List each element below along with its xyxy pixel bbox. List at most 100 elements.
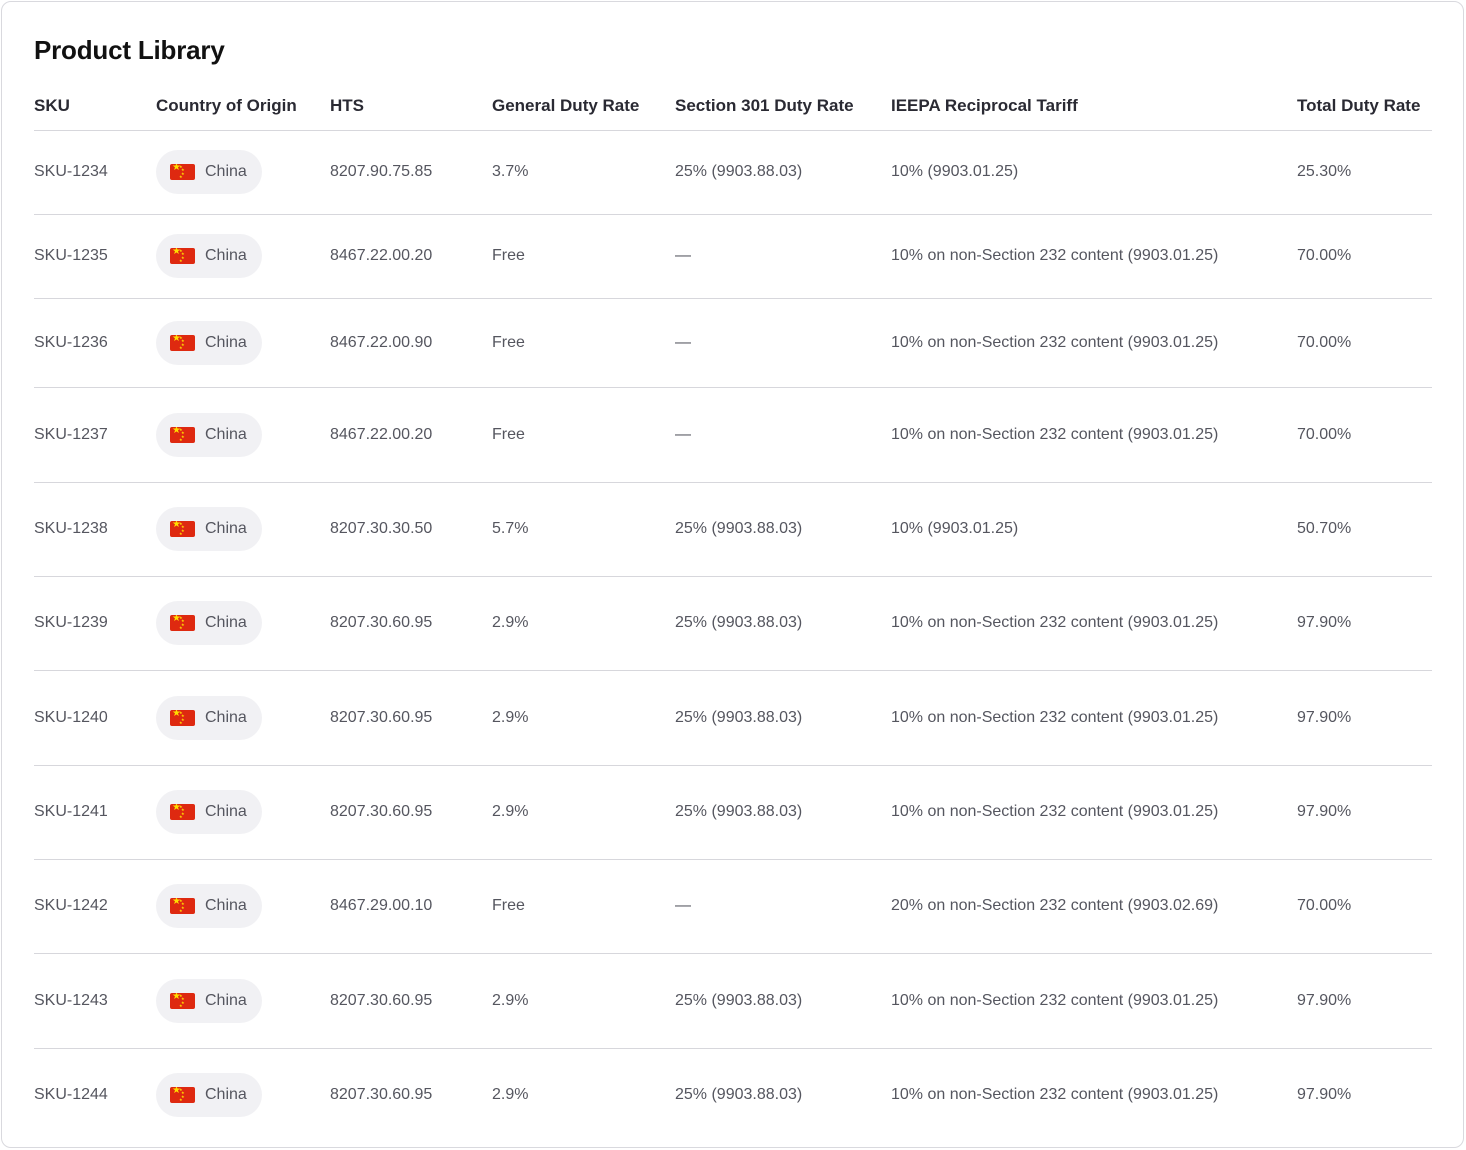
cell-sku: SKU-1244: [34, 1086, 108, 1104]
country-chip: ★ ★ ★ ★ ★ China: [156, 234, 262, 278]
cell-country: ★ ★ ★ ★ ★ China: [156, 387, 330, 483]
cell-sku: SKU-1234: [34, 130, 156, 215]
cell-general: 2.9%: [492, 765, 675, 860]
cell-country: ★ ★ ★ ★ ★ China: [156, 670, 330, 766]
china-flag-icon: ★ ★ ★ ★ ★: [170, 248, 195, 264]
china-flag-icon: ★ ★ ★ ★ ★: [170, 804, 195, 820]
cell-total: 70.00%: [1297, 387, 1432, 483]
country-label: China: [205, 708, 247, 726]
table-row[interactable]: SKU-1238 ★ ★ ★ ★ ★ China 8207.30.30.50 5.7% 25% (…: [34, 482, 1432, 577]
cell-section301: 25% (9903.88.03): [675, 953, 891, 1049]
table-row[interactable]: SKU-1237 ★ ★ ★ ★ ★ China 8467.22.00.20 Free —10% …: [34, 387, 1432, 483]
country-label: China: [205, 1086, 247, 1104]
cell-total: 70.00%: [1297, 214, 1432, 299]
column-header-ieepa[interactable]: IEEPA Reciprocal Tariff: [891, 82, 1297, 131]
country-chip: ★ ★ ★ ★ ★ China: [156, 884, 262, 928]
cell-ieepa: 10% (9903.01.25): [891, 130, 1297, 215]
table-row[interactable]: SKU-1242 ★ ★ ★ ★ ★ China 8467.29.00.10 Free —20% …: [34, 859, 1432, 954]
country-chip: ★ ★ ★ ★ ★ China: [156, 150, 262, 194]
cell-hts: 8467.29.00.10: [330, 859, 492, 954]
cell-hts: 8207.30.60.95: [330, 670, 492, 766]
cell-section301: 25% (9903.88.03): [675, 670, 891, 766]
table-row[interactable]: SKU-1236 ★ ★ ★ ★ ★ China 8467.22.00.90 Free —10% …: [34, 298, 1432, 388]
column-header-total-duty[interactable]: Total Duty Rate: [1297, 82, 1432, 131]
cell-general: 2.9%: [492, 576, 675, 671]
table-row[interactable]: SKU-1240 ★ ★ ★ ★ ★ China 8207.30.60.95 2.9% 25% (…: [34, 670, 1432, 766]
table-row[interactable]: SKU-1239 ★ ★ ★ ★ ★ China 8207.30.60.95 2.9% 25% (…: [34, 576, 1432, 671]
cell-hts: 8467.22.00.90: [330, 298, 492, 388]
country-label: China: [205, 897, 247, 914]
cell-hts: 8467.22.00.20: [330, 387, 492, 483]
cell-hts: 8207.30.60.95: [330, 576, 492, 671]
cell-total: 97.90%: [1297, 1086, 1352, 1104]
cell-section301: —: [675, 387, 891, 483]
country-label: China: [205, 163, 247, 180]
cell-sku: SKU-1239: [34, 576, 156, 671]
page-title: Product Library: [34, 35, 225, 65]
cell-ieepa: 10% on non-Section 232 content (9903.01.…: [891, 576, 1297, 671]
country-label: China: [205, 991, 247, 1009]
cell-sku: SKU-1237: [34, 387, 156, 483]
cell-ieepa: 10% on non-Section 232 content (9903.01.…: [891, 670, 1297, 766]
china-flag-icon: ★ ★ ★ ★ ★: [170, 992, 195, 1009]
cell-general: Free: [492, 859, 675, 954]
cell-country: ★ ★ ★ ★ ★ China: [156, 859, 330, 954]
cell-ieepa: 10% (9903.01.25): [891, 482, 1297, 577]
country-label: China: [205, 247, 247, 264]
cell-section301: 25% (9903.88.03): [675, 130, 891, 215]
china-flag-icon: ★ ★ ★ ★ ★: [170, 709, 195, 726]
table-row[interactable]: SKU-1235 ★ ★ ★ ★ ★ China 8467.22.00.20 Free —10% …: [34, 214, 1432, 299]
china-flag-icon: ★ ★ ★ ★ ★: [170, 1087, 195, 1104]
table-row[interactable]: SKU-1244 ★ ★ ★ ★ ★ China 8207.30.60.95 2.9% 25% (…: [34, 1048, 1432, 1142]
country-chip: ★ ★ ★ ★ ★ China: [156, 507, 262, 551]
cell-section301: —: [675, 859, 891, 954]
country-chip: ★ ★ ★ ★ ★ China: [156, 695, 262, 740]
cell-section301: 25% (9903.88.03): [675, 576, 891, 671]
column-header-hts[interactable]: HTS: [330, 82, 492, 131]
cell-total: 70.00%: [1297, 298, 1432, 388]
cell-total: 97.90%: [1297, 765, 1432, 860]
cell-section301: 25% (9903.88.03): [675, 1086, 803, 1104]
cell-total: 50.70%: [1297, 482, 1432, 577]
column-header-general-duty[interactable]: General Duty Rate: [492, 82, 675, 131]
china-flag-icon: ★ ★ ★ ★ ★: [170, 164, 195, 180]
cell-general: 2.9%: [492, 1086, 529, 1104]
cell-country: ★ ★ ★ ★ ★ China: [156, 482, 330, 577]
cell-ieepa: 10% on non-Section 232 content (9903.01.…: [891, 298, 1297, 388]
country-chip: ★ ★ ★ ★ ★ China: [156, 1073, 262, 1118]
china-flag-icon: ★ ★ ★ ★ ★: [170, 426, 195, 443]
cell-country: ★ ★ ★ ★ ★ China: [156, 953, 330, 1049]
cell-sku: SKU-1240: [34, 670, 156, 766]
cell-ieepa: 10% on non-Section 232 content (9903.01.…: [891, 214, 1297, 299]
column-header-country[interactable]: Country of Origin: [156, 82, 330, 131]
cell-total: 25.30%: [1297, 130, 1432, 215]
cell-general: 3.7%: [492, 130, 675, 215]
cell-country: ★ ★ ★ ★ ★ China: [156, 765, 330, 860]
cell-total: 97.90%: [1297, 576, 1432, 671]
column-header-section-301[interactable]: Section 301 Duty Rate: [675, 82, 891, 131]
table-row[interactable]: SKU-1243 ★ ★ ★ ★ ★ China 8207.30.60.95 2.9% 25% (…: [34, 953, 1432, 1049]
cell-country: ★ ★ ★ ★ ★ China: [156, 130, 330, 215]
cell-ieepa: 10% on non-Section 232 content (9903.01.…: [891, 387, 1297, 483]
china-flag-icon: ★ ★ ★ ★ ★: [170, 521, 195, 537]
cell-hts: 8207.30.60.95: [330, 953, 492, 1049]
cell-general: Free: [492, 298, 675, 388]
cell-ieepa: 10% on non-Section 232 content (9903.01.…: [891, 953, 1297, 1049]
cell-country: ★ ★ ★ ★ ★ China: [156, 1048, 330, 1142]
cell-sku: SKU-1238: [34, 482, 156, 577]
cell-general: Free: [492, 214, 675, 299]
china-flag-icon: ★ ★ ★ ★ ★: [170, 615, 195, 631]
cell-sku: SKU-1236: [34, 298, 156, 388]
cell-general: 2.9%: [492, 953, 675, 1049]
table-row[interactable]: SKU-1234 ★ ★ ★ ★ ★ China 8207.90.75.85 3.7% 25% (…: [34, 130, 1432, 215]
product-table: SKU Country of Origin HTS General Duty R…: [34, 82, 1432, 1142]
cell-sku: SKU-1242: [34, 859, 156, 954]
cell-country: ★ ★ ★ ★ ★ China: [156, 576, 330, 671]
column-header-sku[interactable]: SKU: [34, 82, 156, 131]
cell-hts: 8207.90.75.85: [330, 130, 492, 215]
table-row[interactable]: SKU-1241 ★ ★ ★ ★ ★ China 8207.30.60.95 2.9% 25% (…: [34, 765, 1432, 860]
cell-hts: 8207.30.60.95: [330, 1086, 433, 1104]
cell-country: ★ ★ ★ ★ ★ China: [156, 298, 330, 388]
country-chip: ★ ★ ★ ★ ★ China: [156, 412, 262, 457]
country-label: China: [205, 803, 247, 820]
